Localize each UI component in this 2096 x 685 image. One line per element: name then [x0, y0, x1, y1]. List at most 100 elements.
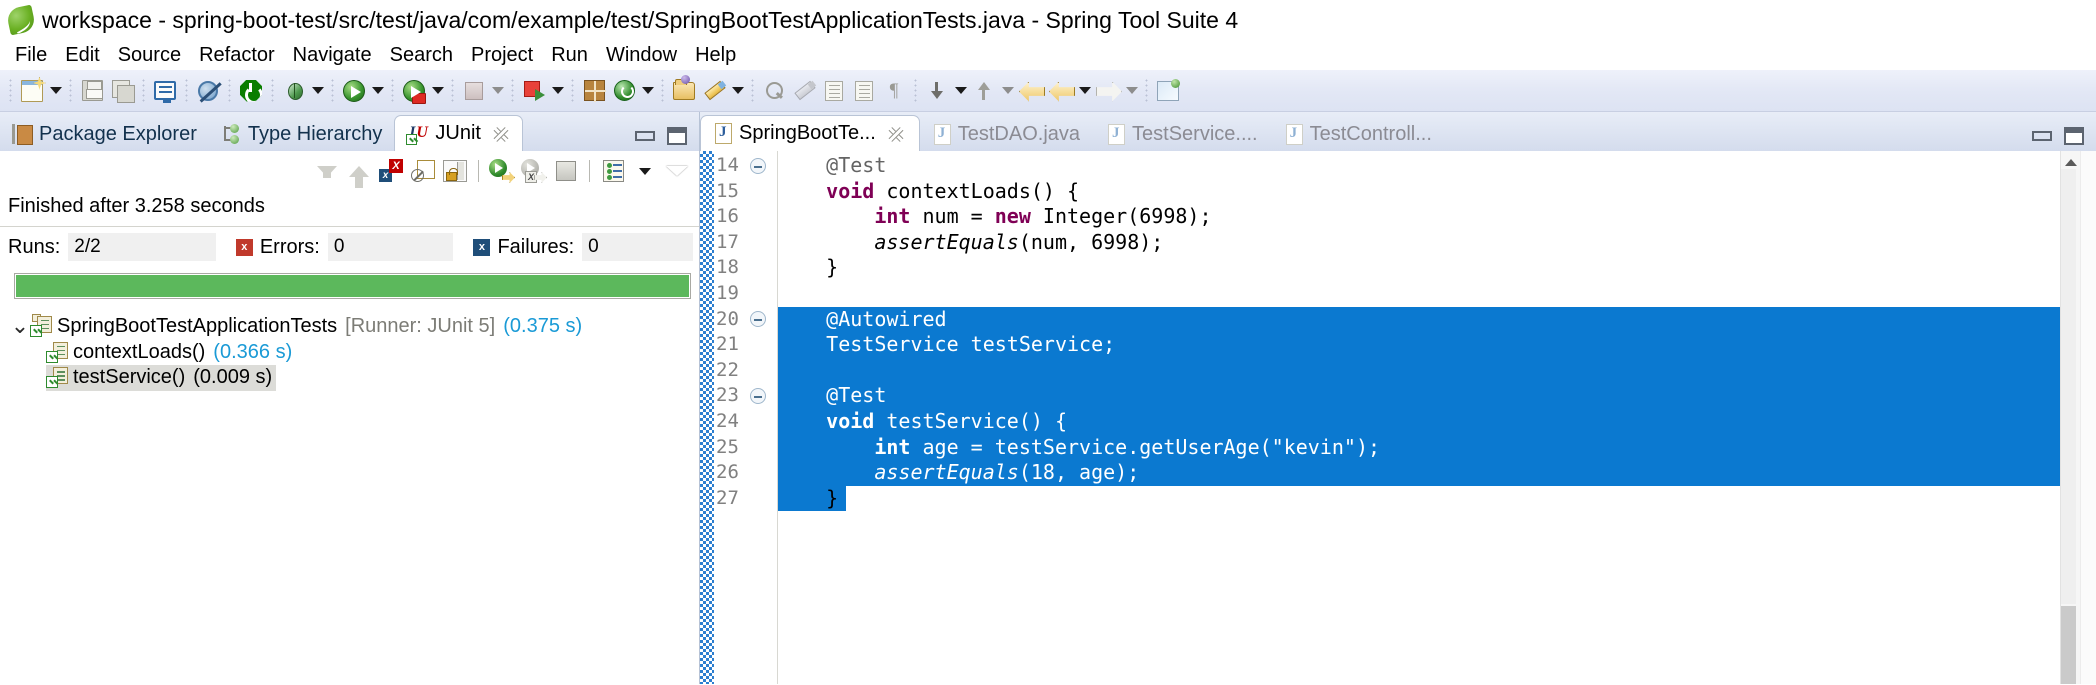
- menu-edit[interactable]: Edit: [56, 42, 108, 69]
- search-button[interactable]: [759, 76, 789, 106]
- open-perspective-button[interactable]: [1153, 76, 1183, 106]
- editor-overview-ruler[interactable]: [2080, 151, 2096, 684]
- back-button[interactable]: [1046, 76, 1076, 106]
- back-dropdown[interactable]: [1076, 76, 1093, 106]
- show-failures-only-button[interactable]: xX: [377, 157, 405, 185]
- stop-test-button[interactable]: [552, 157, 580, 185]
- next-edit-dropdown[interactable]: [952, 76, 969, 106]
- skip-breakpoints-button[interactable]: [193, 76, 223, 106]
- filter-stack-trace-button[interactable]: [409, 157, 437, 185]
- tree-row[interactable]: ⌄SpringBootTestApplicationTests[Runner: …: [0, 313, 699, 339]
- run-dropdown[interactable]: [369, 76, 386, 106]
- menu-file[interactable]: File: [6, 42, 56, 69]
- minimize-view-button[interactable]: [635, 131, 655, 141]
- fold-collapse-icon[interactable]: [750, 311, 766, 327]
- forward-button[interactable]: [1093, 76, 1123, 106]
- run-button[interactable]: [339, 76, 369, 106]
- new-java-class-button[interactable]: [669, 76, 699, 106]
- run-as-button[interactable]: [399, 76, 429, 106]
- code-line[interactable]: int num = new Integer(6998);: [778, 204, 2060, 230]
- menu-help[interactable]: Help: [686, 42, 745, 69]
- tree-row[interactable]: contextLoads()(0.366 s): [0, 339, 699, 365]
- coverage-button[interactable]: [459, 76, 489, 106]
- edit-button[interactable]: [699, 76, 729, 106]
- maximize-editor-button[interactable]: [2064, 127, 2084, 145]
- new-wizard-button[interactable]: [17, 76, 47, 106]
- editor-annotation-ruler[interactable]: [700, 151, 714, 684]
- menu-window[interactable]: Window: [597, 42, 686, 69]
- code-line[interactable]: }: [778, 486, 2060, 512]
- back-to-last-edit-button[interactable]: [1016, 76, 1046, 106]
- open-console-button[interactable]: [150, 76, 180, 106]
- boot-dashboard-button[interactable]: [236, 76, 266, 106]
- external-tools-dropdown[interactable]: [639, 76, 656, 106]
- external-tools-button[interactable]: [609, 76, 639, 106]
- view-menu-button[interactable]: [663, 157, 691, 185]
- menu-project[interactable]: Project: [462, 42, 542, 69]
- tab-testcontroller[interactable]: TestControll...: [1272, 117, 1446, 151]
- tab-testdao[interactable]: TestDAO.java: [920, 117, 1094, 151]
- menu-search[interactable]: Search: [381, 42, 462, 69]
- junit-results-tree[interactable]: ⌄SpringBootTestApplicationTests[Runner: …: [0, 309, 699, 684]
- sidebar-item-type-hierarchy[interactable]: Type Hierarchy: [209, 117, 395, 151]
- tab-testservice[interactable]: TestService....: [1094, 117, 1272, 151]
- new-wizard-dropdown[interactable]: [47, 76, 64, 106]
- code-line[interactable]: @Autowired: [778, 307, 2060, 333]
- code-line[interactable]: @Test: [778, 153, 2060, 179]
- stop-run-button[interactable]: [519, 76, 549, 106]
- code-line[interactable]: void contextLoads() {: [778, 179, 2060, 205]
- previous-failure-button[interactable]: [345, 157, 373, 185]
- run-as-dropdown[interactable]: [429, 76, 446, 106]
- save-button[interactable]: [77, 76, 107, 106]
- forward-dropdown[interactable]: [1123, 76, 1140, 106]
- sidebar-item-package-explorer[interactable]: Package Explorer: [0, 117, 209, 151]
- tree-row[interactable]: testService()(0.009 s): [0, 365, 699, 391]
- chevron-down-icon[interactable]: ⌄: [10, 321, 30, 331]
- rerun-failed-button[interactable]: X: [520, 157, 548, 185]
- editor-code-text[interactable]: @Test void contextLoads() { int num = ne…: [778, 151, 2060, 684]
- coverage-dropdown[interactable]: [489, 76, 506, 106]
- code-line[interactable]: @Test: [778, 383, 2060, 409]
- code-line[interactable]: assertEquals(18, age);: [778, 460, 2060, 486]
- menu-source[interactable]: Source: [109, 42, 190, 69]
- test-history-dropdown[interactable]: [631, 157, 659, 185]
- new-java-package-button[interactable]: [579, 76, 609, 106]
- menu-navigate[interactable]: Navigate: [284, 42, 381, 69]
- close-icon[interactable]: [887, 125, 905, 143]
- code-line[interactable]: int age = testService.getUserAge("kevin"…: [778, 435, 2060, 461]
- minimize-editor-button[interactable]: [2032, 131, 2052, 141]
- close-icon[interactable]: [492, 125, 510, 143]
- fold-collapse-icon[interactable]: [750, 158, 766, 174]
- next-edit-button[interactable]: [922, 76, 952, 106]
- menu-refactor[interactable]: Refactor: [190, 42, 284, 69]
- prev-edit-dropdown[interactable]: [999, 76, 1016, 106]
- prev-edit-button[interactable]: [969, 76, 999, 106]
- rerun-test-button[interactable]: [488, 157, 516, 185]
- test-history-button[interactable]: [599, 157, 627, 185]
- paragraph-button[interactable]: ¶: [879, 76, 909, 106]
- scrollbar-track[interactable]: [2061, 169, 2076, 604]
- stop-run-dropdown[interactable]: [549, 76, 566, 106]
- code-editor[interactable]: 1415161718192021222324252627 @Test void …: [700, 151, 2096, 684]
- code-line[interactable]: [778, 358, 2060, 384]
- tab-springboottestapplicationtests[interactable]: SpringBootTe...: [700, 115, 920, 151]
- code-line[interactable]: assertEquals(num, 6998);: [778, 230, 2060, 256]
- menu-run[interactable]: Run: [542, 42, 597, 69]
- lock-view-button[interactable]: [441, 157, 469, 185]
- scroll-up-icon[interactable]: [2065, 159, 2077, 166]
- code-line[interactable]: }: [778, 255, 2060, 281]
- debug-button[interactable]: [279, 76, 309, 106]
- edit-dropdown[interactable]: [729, 76, 746, 106]
- fold-collapse-icon[interactable]: [750, 388, 766, 404]
- scrollbar-thumb[interactable]: [2061, 606, 2076, 684]
- maximize-view-button[interactable]: [667, 127, 687, 145]
- editor-vertical-scrollbar[interactable]: [2060, 151, 2080, 684]
- tab-junit[interactable]: JU JUnit: [394, 115, 523, 151]
- debug-dropdown[interactable]: [309, 76, 326, 106]
- code-line[interactable]: TestService testService;: [778, 332, 2060, 358]
- next-annotation-button[interactable]: [819, 76, 849, 106]
- code-line[interactable]: [778, 281, 2060, 307]
- next-failure-button[interactable]: [313, 157, 341, 185]
- save-all-button[interactable]: [107, 76, 137, 106]
- code-line[interactable]: void testService() {: [778, 409, 2060, 435]
